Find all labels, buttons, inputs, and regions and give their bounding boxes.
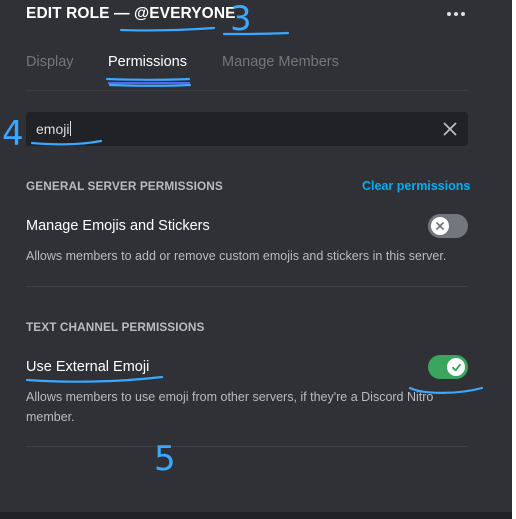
use-external-emoji-toggle[interactable] <box>428 355 468 379</box>
x-icon <box>436 222 444 230</box>
clear-permissions-link[interactable]: Clear permissions <box>362 179 470 193</box>
manage-emojis-toggle[interactable] <box>428 214 468 238</box>
section-divider <box>26 286 468 287</box>
more-options-icon[interactable] <box>442 5 470 23</box>
tab-permissions[interactable]: Permissions <box>108 54 187 70</box>
tab-manage-members[interactable]: Manage Members <box>222 54 339 70</box>
section-header-text-channel: TEXT CHANNEL PERMISSIONS <box>26 320 205 334</box>
bottom-edge <box>0 512 512 519</box>
toggle-knob <box>431 217 449 235</box>
section-divider <box>26 446 468 447</box>
right-edge <box>512 0 516 519</box>
tab-bar: Display Permissions Manage Members <box>26 50 486 90</box>
permission-search-input[interactable]: emoji <box>26 112 468 146</box>
page-title: EDIT ROLE — @EVERYONE <box>26 5 236 22</box>
text-caret <box>70 121 72 136</box>
permission-title-manage-emojis: Manage Emojis and Stickers <box>26 218 210 234</box>
active-tab-indicator <box>108 82 190 84</box>
permission-description-manage-emojis: Allows members to add or remove custom e… <box>26 249 447 263</box>
clear-search-icon[interactable] <box>442 121 458 137</box>
tabs-divider <box>26 90 468 91</box>
permission-description-use-external-emoji: Allows members to use emoji from other s… <box>26 390 434 424</box>
check-icon <box>451 363 461 371</box>
search-value: emoji <box>36 121 72 137</box>
toggle-knob <box>447 358 465 376</box>
tab-display[interactable]: Display <box>26 54 74 70</box>
section-header-general: GENERAL SERVER PERMISSIONS <box>26 179 223 193</box>
edit-role-panel: EDIT ROLE — @EVERYONE Display Permission… <box>0 0 516 519</box>
permission-title-use-external-emoji: Use External Emoji <box>26 359 150 375</box>
